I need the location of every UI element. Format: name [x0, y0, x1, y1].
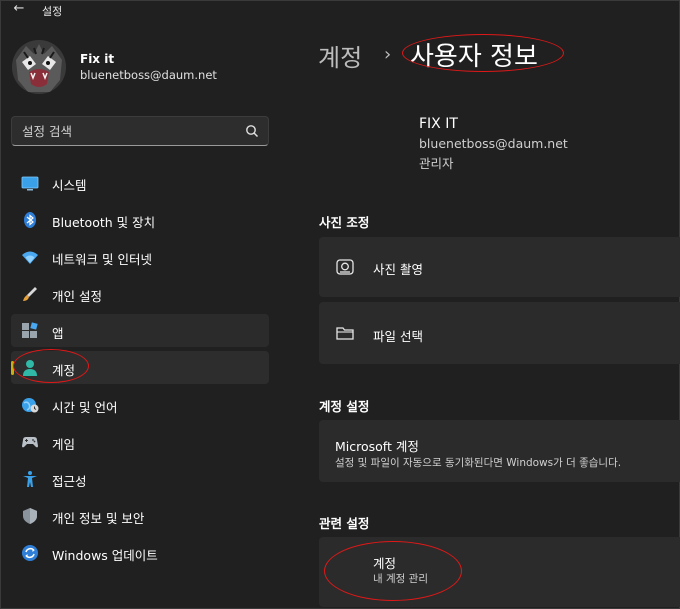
- sidebar-item-label: 시스템: [52, 178, 87, 193]
- take-photo-button[interactable]: 사진 촬영: [319, 237, 680, 297]
- profile-email: bluenetboss@daum.net: [419, 136, 568, 151]
- sidebar-item-gaming[interactable]: 게임: [11, 425, 269, 458]
- shield-icon: [23, 508, 37, 524]
- related-accounts-description: 내 계정 관리: [373, 573, 428, 585]
- sidebar-item-label: 개인 정보 및 보안: [52, 511, 145, 526]
- avatar: [12, 40, 66, 94]
- gamepad-icon: [22, 437, 38, 448]
- microsoft-account-card[interactable]: Microsoft 계정 설정 및 파일이 자동으로 동기화된다면 Window…: [319, 420, 680, 482]
- apps-icon: [22, 322, 38, 338]
- brush-icon: [23, 287, 37, 301]
- sidebar-item-label: 시간 및 언어: [52, 400, 118, 415]
- section-title-photo: 사진 조정: [319, 215, 370, 230]
- sidebar-item-system[interactable]: 시스템: [11, 166, 269, 199]
- bluetooth-icon: [24, 212, 36, 228]
- choose-file-button[interactable]: 파일 선택: [319, 302, 680, 364]
- sidebar-item-label: Windows 업데이트: [52, 548, 158, 563]
- sidebar-item-label: 네트워크 및 인터넷: [52, 252, 152, 267]
- profile-role: 관리자: [419, 156, 454, 171]
- sidebar-item-apps[interactable]: 앱: [11, 314, 269, 347]
- sidebar-item-label: 개인 설정: [52, 289, 102, 304]
- accessibility-icon: [23, 471, 37, 487]
- account-email: bluenetboss@daum.net: [80, 68, 217, 82]
- sidebar-item-label: 접근성: [52, 474, 87, 489]
- accounts-icon: [23, 360, 37, 376]
- microsoft-account-description: 설정 및 파일이 자동으로 동기화된다면 Windows가 더 좋습니다.: [335, 457, 622, 469]
- search-icon[interactable]: [244, 123, 260, 139]
- choose-file-label: 파일 선택: [373, 329, 423, 344]
- time-language-icon: [22, 398, 39, 413]
- camera-icon: [336, 259, 354, 275]
- sidebar-item-windows-update[interactable]: Windows 업데이트: [11, 536, 269, 569]
- sidebar-item-accounts[interactable]: 계정: [11, 351, 269, 384]
- search-box[interactable]: [11, 116, 269, 146]
- section-title-account-settings: 계정 설정: [319, 399, 370, 414]
- sidebar-item-network[interactable]: 네트워크 및 인터넷: [11, 240, 269, 273]
- breadcrumb-parent[interactable]: 계정: [318, 38, 362, 73]
- page-title: 사용자 정보: [410, 42, 538, 72]
- sidebar-item-label: Bluetooth 및 장치: [52, 215, 156, 230]
- system-icon: [21, 176, 39, 191]
- app-title: 설정: [42, 5, 63, 18]
- wifi-icon: [22, 251, 38, 264]
- sidebar-item-privacy[interactable]: 개인 정보 및 보안: [11, 499, 269, 532]
- back-arrow-icon[interactable]: ←: [10, 2, 28, 16]
- microsoft-account-title: Microsoft 계정: [335, 439, 419, 454]
- search-input[interactable]: [22, 122, 232, 140]
- windows-update-icon: [22, 545, 38, 561]
- account-name: Fix it: [80, 52, 115, 66]
- sidebar-item-personalization[interactable]: 개인 설정: [11, 277, 269, 310]
- related-accounts-card[interactable]: 계정 내 계정 관리: [319, 537, 680, 607]
- sidebar-item-bluetooth[interactable]: Bluetooth 및 장치: [11, 203, 269, 236]
- sidebar-item-label: 계정: [52, 363, 76, 378]
- related-accounts-title: 계정: [373, 556, 397, 571]
- breadcrumb-separator: ›: [384, 44, 392, 65]
- take-photo-label: 사진 촬영: [373, 262, 423, 277]
- sidebar-item-accessibility[interactable]: 접근성: [11, 462, 269, 495]
- selection-indicator: [11, 361, 14, 375]
- section-title-related: 관련 설정: [319, 516, 370, 531]
- folder-icon: [336, 327, 354, 340]
- title-bar: ← 설정: [0, 0, 680, 20]
- sidebar-item-label: 게임: [52, 437, 76, 452]
- sidebar-item-label: 앱: [52, 326, 64, 341]
- sidebar-item-time-language[interactable]: 시간 및 언어: [11, 388, 269, 421]
- profile-name: FIX IT: [419, 116, 458, 132]
